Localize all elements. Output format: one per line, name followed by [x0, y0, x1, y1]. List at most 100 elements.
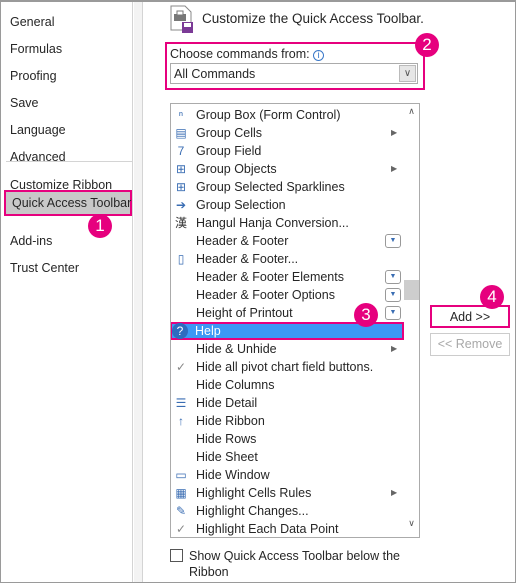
- hide-detail-icon: ☰: [175, 396, 187, 410]
- list-item-label: Hide Detail: [196, 396, 258, 410]
- window-icon: ▭: [175, 468, 187, 482]
- add-button[interactable]: Add >>: [430, 305, 510, 328]
- list-item-label: Header & Footer...: [196, 252, 299, 266]
- list-item[interactable]: 漢 Hangul Hanja Conversion...: [171, 214, 403, 232]
- list-item[interactable]: ✓ Highlight Each Data Point: [171, 520, 403, 537]
- label-text: Choose commands from:: [170, 47, 310, 61]
- step-badge-1: 1: [88, 214, 112, 238]
- sidebar-item-quick-access-toolbar[interactable]: Quick Access Toolbar: [4, 190, 132, 216]
- choose-commands-dropdown[interactable]: All Commands ∨: [170, 63, 418, 84]
- list-scrollbar[interactable]: ∧ ∨: [403, 104, 419, 537]
- 7-icon: 7: [177, 144, 185, 158]
- list-item-label: Header & Footer Options: [196, 288, 335, 302]
- list-item[interactable]: Hide & Unhide ▶: [171, 340, 403, 358]
- list-item-label: Group Cells: [196, 126, 262, 140]
- list-item-label: Group Selection: [196, 198, 286, 212]
- list-item-label: Highlight Cells Rules: [196, 486, 312, 500]
- list-item-label: Hide & Unhide: [196, 342, 277, 356]
- submenu-arrow-icon: ▶: [391, 488, 398, 497]
- list-item-label: Height of Printout: [196, 306, 293, 320]
- sidebar-item-language[interactable]: Language: [10, 120, 66, 140]
- sidebar-item-formulas[interactable]: Formulas: [10, 39, 62, 59]
- commands-list[interactable]: ∧ ∨ ⁿ Group Box (Form Control) ▤ Group Cells…: [170, 103, 420, 538]
- list-item[interactable]: ⁿ Group Box (Form Control): [171, 106, 403, 124]
- list-item[interactable]: ▦ Highlight Cells Rules ▶: [171, 484, 403, 502]
- list-item[interactable]: Hide Sheet: [171, 448, 403, 466]
- submenu-arrow-icon: ▶: [391, 164, 398, 173]
- submenu-arrow-icon: ▶: [391, 344, 398, 353]
- dropdown-indicator-icon: ▼: [385, 306, 401, 320]
- list-item[interactable]: ✓ Hide all pivot chart field buttons.: [171, 358, 403, 376]
- dropdown-value: All Commands: [174, 67, 256, 81]
- list-item-label: Hide Ribbon: [196, 414, 265, 428]
- list-item-label: Group Box (Form Control): [196, 108, 341, 122]
- list-item-label: Group Field: [196, 144, 262, 158]
- list-item-label: Hide Sheet: [196, 450, 258, 464]
- dropdown-indicator-icon: ▼: [385, 270, 401, 284]
- sidebar-item-proofing[interactable]: Proofing: [10, 66, 57, 86]
- list-item-label: Header & Footer: [196, 234, 289, 248]
- step-badge-3: 3: [354, 303, 378, 327]
- list-item-label: Highlight Changes...: [196, 504, 309, 518]
- sidebar-divider: [134, 2, 143, 582]
- list-item-label: Hide all pivot chart field buttons.: [196, 360, 374, 374]
- pen-icon: ✎: [175, 504, 187, 518]
- sidebar-item-advanced[interactable]: Advanced: [10, 147, 66, 167]
- list-item[interactable]: Header & Footer Elements ▼: [171, 268, 403, 286]
- scroll-thumb[interactable]: [404, 280, 419, 300]
- list-item-label: Hide Rows: [196, 432, 257, 446]
- arrow-right-icon: ➔: [175, 198, 187, 212]
- list-item-label: Hide Columns: [196, 378, 275, 392]
- xyz-icon: ⁿ: [178, 108, 184, 122]
- highlight-icon: ▦: [175, 486, 187, 500]
- sidebar: General Formulas Proofing Save Language Advan…: [1, 2, 133, 582]
- sidebar-item-add-ins[interactable]: Add-ins: [10, 231, 52, 251]
- group-cells-icon: ▤: [175, 126, 187, 140]
- list-item[interactable]: ▭ Hide Window: [171, 466, 403, 484]
- sidebar-item-general[interactable]: General: [10, 12, 54, 32]
- sidebar-item-trust-center[interactable]: Trust Center: [10, 258, 79, 278]
- list-item-label: Hide Window: [196, 468, 270, 482]
- list-item[interactable]: Header & Footer ▼: [171, 232, 403, 250]
- chevron-down-icon[interactable]: ∨: [399, 65, 416, 82]
- list-item[interactable]: ▯ Header & Footer...: [171, 250, 403, 268]
- group-objects-icon: ⊞: [175, 180, 187, 194]
- sidebar-separator: [6, 161, 132, 162]
- list-item-label: Highlight Each Data Point: [196, 522, 339, 536]
- page-icon: ▯: [177, 252, 185, 266]
- scroll-up-icon[interactable]: ∧: [403, 106, 419, 123]
- remove-button[interactable]: << Remove: [430, 333, 510, 356]
- check-icon: ✓: [175, 522, 187, 536]
- show-below-ribbon-label[interactable]: Show Quick Access Toolbar below the Ribb…: [189, 548, 409, 580]
- list-item[interactable]: ☰ Hide Detail: [171, 394, 403, 412]
- scroll-down-icon[interactable]: ∨: [403, 518, 419, 535]
- submenu-arrow-icon: ▶: [391, 128, 398, 137]
- list-item-label: Group Objects: [196, 162, 277, 176]
- dropdown-indicator-icon: ▼: [385, 234, 401, 248]
- page-title: Customize the Quick Access Toolbar.: [202, 11, 424, 26]
- group-objects-icon: ⊞: [175, 162, 187, 176]
- dropdown-indicator-icon: ▼: [385, 288, 401, 302]
- list-item-label: Help: [195, 324, 221, 338]
- info-icon[interactable]: i: [313, 50, 325, 61]
- step-badge-2: 2: [415, 33, 439, 57]
- list-item-label: Group Selected Sparklines: [196, 180, 345, 194]
- list-item-label: Hangul Hanja Conversion...: [196, 216, 349, 230]
- list-item[interactable]: Hide Columns: [171, 376, 403, 394]
- list-item[interactable]: ⊞ Group Objects ▶: [171, 160, 403, 178]
- help-icon: ?: [172, 323, 188, 339]
- list-item[interactable]: Header & Footer Options ▼: [171, 286, 403, 304]
- sidebar-item-save[interactable]: Save: [10, 93, 39, 113]
- check-icon: ✓: [175, 360, 187, 374]
- list-item[interactable]: ➔ Group Selection: [171, 196, 403, 214]
- hide-ribbon-icon: ↑: [178, 414, 184, 428]
- list-item[interactable]: Hide Rows: [171, 430, 403, 448]
- list-item-label: Header & Footer Elements: [196, 270, 344, 284]
- list-item[interactable]: 7 Group Field: [171, 142, 403, 160]
- show-below-ribbon-checkbox[interactable]: [170, 549, 183, 562]
- list-item[interactable]: ⊞ Group Selected Sparklines: [171, 178, 403, 196]
- list-item[interactable]: ↑ Hide Ribbon: [171, 412, 403, 430]
- list-item[interactable]: ▤ Group Cells ▶: [171, 124, 403, 142]
- step-badge-4: 4: [480, 285, 504, 309]
- list-item[interactable]: ✎ Highlight Changes...: [171, 502, 403, 520]
